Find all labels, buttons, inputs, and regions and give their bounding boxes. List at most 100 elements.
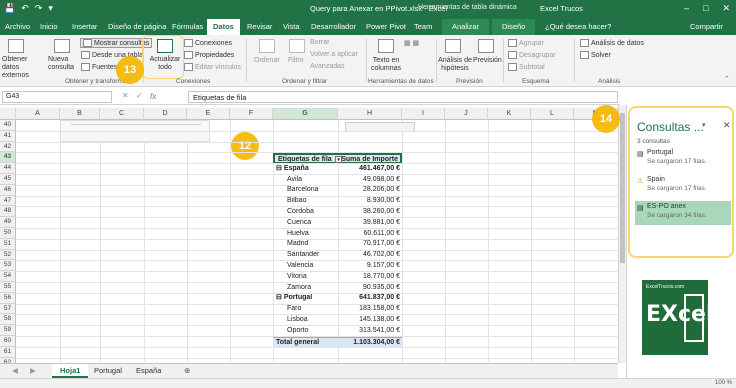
row-header[interactable]: 50 bbox=[0, 228, 16, 239]
tab-team[interactable]: Team bbox=[414, 22, 432, 31]
row-header[interactable]: 57 bbox=[0, 303, 16, 315]
filtro-button[interactable]: Filtro bbox=[288, 57, 304, 64]
collapse-icon[interactable]: ⊟ bbox=[276, 294, 284, 301]
column-header[interactable]: C bbox=[100, 108, 144, 120]
pivot-item-row[interactable]: Madrid 70.917,00 € bbox=[273, 239, 402, 250]
row-header[interactable]: 43 bbox=[0, 152, 16, 164]
borrar-button[interactable]: Borrar bbox=[310, 39, 329, 46]
pivot-header-row[interactable]: Etiquetas de fila ▾ Suma de Importe bbox=[273, 153, 402, 164]
row-header[interactable]: 45 bbox=[0, 174, 16, 185]
pivot-item-row[interactable]: Valencia 9.157,00 € bbox=[273, 261, 402, 272]
propiedades-button[interactable]: Propiedades bbox=[184, 51, 234, 59]
row-header[interactable]: 48 bbox=[0, 206, 16, 218]
ordenar-button[interactable]: Ordenar bbox=[254, 57, 280, 64]
scroll-thumb[interactable] bbox=[620, 113, 625, 263]
editar-vinculos-button[interactable]: Editar vínculos bbox=[184, 63, 241, 71]
row-header[interactable]: 52 bbox=[0, 249, 16, 261]
row-header[interactable]: 51 bbox=[0, 238, 16, 250]
enter-icon[interactable]: ✓ bbox=[136, 91, 143, 100]
column-header[interactable]: J bbox=[445, 108, 488, 120]
nueva-consulta-button[interactable]: Nueva consulta bbox=[48, 56, 78, 72]
redo-icon[interactable]: ↷ bbox=[35, 3, 43, 14]
column-header[interactable]: A bbox=[16, 108, 60, 120]
column-header[interactable]: B bbox=[60, 108, 100, 120]
vertical-scrollbar[interactable] bbox=[618, 105, 626, 363]
sheet-tab-hoja1[interactable]: Hoja1 bbox=[52, 364, 89, 378]
add-sheet-icon[interactable]: ⊕ bbox=[176, 364, 198, 378]
row-header[interactable]: 56 bbox=[0, 292, 16, 304]
tab-formulas[interactable]: Fórmulas bbox=[172, 22, 203, 31]
prevision-button[interactable]: Previsión bbox=[473, 57, 502, 64]
row-header[interactable]: 58 bbox=[0, 314, 16, 326]
column-header[interactable]: I bbox=[402, 108, 445, 120]
sheet-tab-espana[interactable]: España bbox=[128, 364, 169, 378]
data-tools-more-icon[interactable]: ▦ ▦ bbox=[404, 39, 419, 47]
collapse-ribbon-icon[interactable]: ⌃ bbox=[724, 75, 730, 83]
column-header[interactable]: E bbox=[187, 108, 230, 120]
desagrupar-button[interactable]: Desagrupar bbox=[508, 51, 556, 59]
cancel-icon[interactable]: ✕ bbox=[122, 91, 129, 100]
pivot-item-row[interactable]: Faro 183.158,00 € bbox=[273, 304, 402, 315]
tab-revisar[interactable]: Revisar bbox=[247, 22, 272, 31]
row-header[interactable]: 55 bbox=[0, 282, 16, 293]
analisis-hipotesis-button[interactable]: Análisis de hipótesis bbox=[438, 57, 472, 73]
minimize-icon[interactable]: – bbox=[684, 3, 689, 14]
close-icon[interactable]: ✕ bbox=[722, 3, 730, 14]
row-header[interactable]: 47 bbox=[0, 195, 16, 207]
row-header[interactable]: 44 bbox=[0, 163, 16, 174]
column-header[interactable]: F bbox=[230, 108, 273, 120]
agrupar-button[interactable]: Agrupar bbox=[508, 39, 544, 47]
row-header[interactable]: 54 bbox=[0, 271, 16, 282]
column-header[interactable]: H bbox=[338, 108, 402, 120]
tab-diseno-pagina[interactable]: Diseño de página bbox=[108, 22, 166, 31]
row-header[interactable]: 61 bbox=[0, 346, 16, 358]
row-header[interactable]: 60 bbox=[0, 336, 16, 347]
pivot-item-row[interactable]: Oporto 313.541,00 € bbox=[273, 326, 402, 337]
formula-input[interactable]: Etiquetas de fila bbox=[188, 91, 618, 103]
tell-me-search[interactable]: ¿Qué desea hacer? bbox=[545, 22, 611, 31]
pivot-item-row[interactable]: Zamora 90.935,00 € bbox=[273, 283, 402, 294]
worksheet-grid[interactable]: A B C D E F G H I J K L M 40414243444546… bbox=[0, 108, 618, 363]
select-all-corner[interactable] bbox=[0, 108, 16, 120]
column-header[interactable]: D bbox=[144, 108, 187, 120]
tab-diseno[interactable]: Diseño bbox=[492, 19, 536, 35]
row-header[interactable]: 59 bbox=[0, 325, 16, 336]
pivot-item-row[interactable]: Lisboa 145.138,00 € bbox=[273, 315, 402, 326]
customize-icon[interactable]: ▾ bbox=[48, 3, 53, 14]
user-name[interactable]: Excel Trucos bbox=[540, 4, 583, 13]
subtotal-button[interactable]: Subtotal bbox=[508, 63, 545, 71]
column-header[interactable]: K bbox=[488, 108, 531, 120]
pivot-item-row[interactable]: Cuenca 39.881,00 € bbox=[273, 218, 402, 229]
collapse-icon[interactable]: ⊟ bbox=[276, 165, 284, 172]
insert-function-icon[interactable]: fx bbox=[150, 92, 156, 101]
tab-vista[interactable]: Vista bbox=[283, 22, 300, 31]
row-header[interactable]: 41 bbox=[0, 130, 16, 142]
pivot-item-row[interactable]: Vitoria 18.770,00 € bbox=[273, 272, 402, 283]
zoom-level[interactable]: 100 % bbox=[715, 380, 732, 386]
tab-inicio[interactable]: Inicio bbox=[40, 22, 58, 31]
texto-en-columnas-button[interactable]: Texto en columnas bbox=[370, 57, 402, 73]
name-box[interactable]: G43 bbox=[2, 91, 112, 103]
tab-power-pivot[interactable]: Power Pivot bbox=[366, 22, 406, 31]
row-header[interactable]: 40 bbox=[0, 120, 16, 131]
row-header[interactable]: 46 bbox=[0, 184, 16, 196]
pivot-item-row[interactable]: Santander 46.702,00 € bbox=[273, 250, 402, 261]
tab-desarrollador[interactable]: Desarrollador bbox=[311, 22, 356, 31]
column-header[interactable]: G bbox=[273, 108, 338, 120]
row-header[interactable]: 42 bbox=[0, 141, 16, 153]
tab-insertar[interactable]: Insertar bbox=[72, 22, 97, 31]
solver-button[interactable]: Solver bbox=[580, 51, 611, 59]
pivot-group-row[interactable]: ⊟ España 461.467,00 € bbox=[273, 164, 402, 175]
pivot-item-row[interactable]: Cordoba 38.260,00 € bbox=[273, 207, 402, 218]
pivot-group-row[interactable]: ⊟ Portugal 641.837,00 € bbox=[273, 293, 402, 304]
next-sheet-icon[interactable]: ▶ bbox=[22, 364, 44, 378]
column-header[interactable]: L bbox=[531, 108, 574, 120]
conexiones-button[interactable]: Conexiones bbox=[184, 39, 232, 47]
row-header[interactable]: 49 bbox=[0, 217, 16, 228]
pivot-item-row[interactable]: Bilbao 8.930,00 € bbox=[273, 196, 402, 207]
undo-icon[interactable]: ↶ bbox=[21, 3, 29, 14]
row-header[interactable]: 53 bbox=[0, 260, 16, 272]
sheet-tab-portugal[interactable]: Portugal bbox=[86, 364, 130, 378]
pivot-item-row[interactable]: Huelva 60.611,00 € bbox=[273, 229, 402, 240]
fuentes-recientes-button[interactable]: Fuentes bbox=[81, 63, 117, 71]
